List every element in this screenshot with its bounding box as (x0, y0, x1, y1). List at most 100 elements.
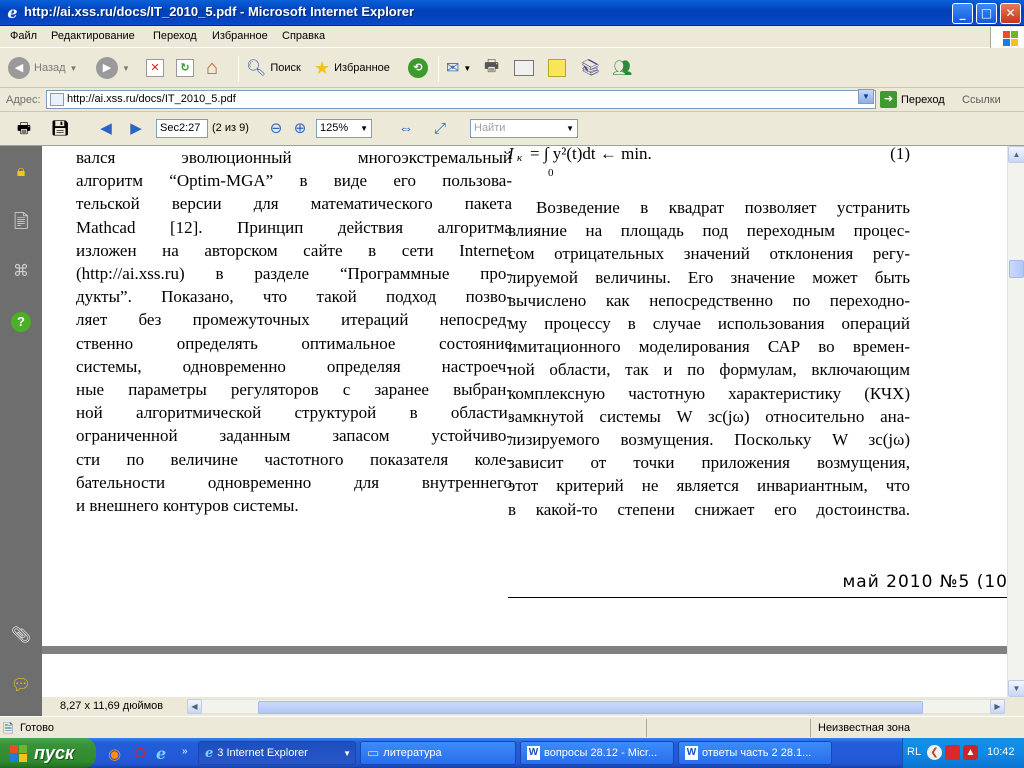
refresh-icon: ↻ (176, 59, 194, 77)
chevron-down-icon: ▼ (69, 63, 78, 73)
antivirus-icon[interactable] (945, 745, 960, 760)
go-button[interactable]: ➜ Переход (880, 91, 945, 108)
fit-width-button[interactable]: ⇔ (394, 118, 418, 140)
text-line: изложен на авторском сайте в сети Intern… (76, 240, 512, 260)
standard-toolbar: ◀ Назад ▼ ▶ ▼ ✕ ↻ ⌂ 🔍︎ Поиск ★ Избранное… (0, 48, 1024, 88)
minimize-button[interactable]: _ (952, 3, 973, 24)
page-separator (42, 646, 1007, 654)
stop-button[interactable]: ✕ (146, 56, 164, 80)
menu-file[interactable]: Файл (10, 30, 37, 42)
find-input[interactable]: Найти ▼ (470, 119, 578, 138)
address-label: Адрес: (6, 94, 41, 106)
home-button[interactable]: ⌂ (206, 56, 218, 80)
menu-favorites[interactable]: Избранное (212, 30, 268, 42)
formula-1: I к = ∫ y²(t)dt ← min. 0 (1) (508, 146, 910, 184)
messenger-button[interactable]: 👥︎ (612, 56, 632, 80)
pdf-save-button[interactable]: 💾︎ (48, 118, 72, 140)
scroll-down-button[interactable]: ▼ (1008, 680, 1024, 697)
text-line: вычислено как непосредственно по переход… (508, 290, 910, 310)
start-button[interactable]: пуск (0, 738, 96, 768)
search-label: Поиск (270, 62, 301, 74)
ie-quicklaunch-icon[interactable]: e (156, 744, 166, 763)
home-icon: ⌂ (206, 56, 219, 79)
task-word-document-2[interactable]: W ответы часть 2 28.1... (678, 741, 832, 765)
windows-flag-icon (8, 743, 28, 763)
task-label: вопросы 28.12 - Micr... (544, 747, 658, 759)
scroll-left-button[interactable]: ◀ (187, 699, 202, 714)
opera-icon[interactable]: O (134, 745, 146, 762)
scroll-right-button[interactable]: ▶ (990, 699, 1005, 714)
horizontal-scroll-thumb[interactable] (258, 701, 923, 714)
firefox-icon[interactable]: ◉ (108, 745, 121, 763)
forward-button[interactable]: ▶ ▼ (96, 56, 130, 80)
quicklaunch-expand-icon[interactable]: » (182, 746, 188, 757)
fit-page-button[interactable]: ⤢ (428, 118, 452, 140)
zoom-in-button[interactable]: ⊕ (288, 118, 312, 140)
scroll-up-button[interactable]: ▲ (1008, 146, 1024, 163)
text-line: системы, одновременно определяя настроеч… (76, 356, 512, 376)
edit-button[interactable] (514, 56, 534, 80)
word-icon: W (685, 746, 698, 760)
binoculars-icon[interactable]: ⌘ (9, 260, 33, 284)
help-icon[interactable]: ? (9, 310, 33, 334)
maximize-button[interactable]: □ (976, 3, 997, 24)
attachment-icon[interactable]: 📎︎ (9, 624, 33, 648)
back-button[interactable]: ◀ Назад ▼ (8, 56, 77, 80)
horizontal-scrollbar-area: 8,27 x 11,69 дюймов ◀ ▶ (42, 697, 1007, 716)
address-input[interactable]: http://ai.xss.ru/docs/IT_2010_5.pdf (46, 90, 876, 109)
mail-button[interactable]: ✉ ▼ (446, 56, 471, 80)
text-line: в какой-то степени снижает его достоинст… (508, 499, 910, 519)
menu-help[interactable]: Справка (282, 30, 325, 42)
text-line: (http://ai.xss.ru) в разделе “Программны… (76, 264, 512, 284)
task-label: 3 Internet Explorer (217, 747, 308, 759)
page-size-label: 8,27 x 11,69 дюймов (60, 700, 164, 712)
language-indicator[interactable]: RL (907, 746, 921, 758)
ie-logo-icon: e (7, 3, 18, 22)
pdf-toolbar: 🖶 💾︎ ◀ ▶ Sec2:27 (2 из 9) ⊖ ⊕ 125% ▼ ⇔ ⤢… (0, 112, 1024, 146)
task-folder[interactable]: ▭ литература (360, 741, 516, 765)
fit-width-icon: ⇔ (398, 120, 414, 137)
lock-icon[interactable]: 🔒︎ (9, 160, 33, 184)
close-button[interactable]: ✕ (1000, 3, 1021, 24)
task-label: ответы часть 2 28.1... (702, 747, 812, 759)
menu-go[interactable]: Переход (153, 30, 197, 42)
go-label: Переход (901, 93, 945, 106)
menu-edit[interactable]: Редактирование (51, 30, 135, 42)
address-url[interactable]: http://ai.xss.ru/docs/IT_2010_5.pdf (67, 93, 236, 105)
zoom-out-button[interactable]: ⊖ (264, 118, 288, 140)
horizontal-scrollbar[interactable]: ◀ ▶ (187, 699, 1005, 714)
tray-app-icon[interactable]: ▲ (963, 745, 978, 760)
scroll-thumb[interactable] (1009, 260, 1024, 278)
next-page-button[interactable]: ▶ (124, 118, 148, 140)
links-button[interactable]: Ссылки (962, 94, 1001, 106)
pdf-document-view[interactable]: вался эволюционный многоэкстремальный ал… (42, 146, 1007, 697)
address-dropdown-button[interactable]: ▼ (858, 89, 874, 104)
discuss-button[interactable] (548, 56, 566, 80)
text-line: лизируемого возмущения. Поскольку W зс(j… (508, 430, 910, 450)
system-tray: RL ❮ ▲ 10:42 (902, 738, 1024, 768)
task-word-document-1[interactable]: W вопросы 28.12 - Micr... (520, 741, 674, 765)
text-line: этот критерий не является инвариантным, … (508, 476, 910, 496)
page-number-field[interactable]: Sec2:27 (156, 119, 208, 138)
find-placeholder: Найти (474, 122, 506, 134)
back-label: Назад (34, 62, 66, 74)
history-button[interactable]: ⟲ (408, 56, 428, 80)
vertical-scrollbar[interactable]: ▲ ▼ (1007, 146, 1024, 697)
refresh-button[interactable]: ↻ (176, 56, 194, 80)
task-internet-explorer[interactable]: e 3 Internet Explorer ▼ (198, 741, 356, 765)
pdf-print-button[interactable]: 🖶 (12, 118, 36, 140)
tray-expand-icon[interactable]: ❮ (927, 745, 942, 760)
research-button[interactable]: 📚︎ (580, 56, 600, 80)
right-text-column: Возведение в квадрат позволяет устранить… (508, 196, 910, 521)
text-line: зависит от точки приложения возмущения, (508, 453, 910, 473)
status-divider (646, 719, 647, 737)
previous-page-button[interactable]: ◀ (94, 118, 118, 140)
comments-icon[interactable]: 💬︎ (9, 674, 33, 698)
favorites-button[interactable]: ★ Избранное (314, 56, 390, 80)
search-button[interactable]: 🔍︎ Поиск (246, 56, 301, 80)
formula-lhs: I (508, 146, 514, 163)
pages-icon[interactable]: 📄︎ (9, 210, 33, 234)
research-icon: 📚︎ (580, 60, 601, 77)
print-button[interactable]: 🖶 (484, 56, 499, 80)
zoom-select[interactable]: 125% ▼ (316, 119, 372, 138)
